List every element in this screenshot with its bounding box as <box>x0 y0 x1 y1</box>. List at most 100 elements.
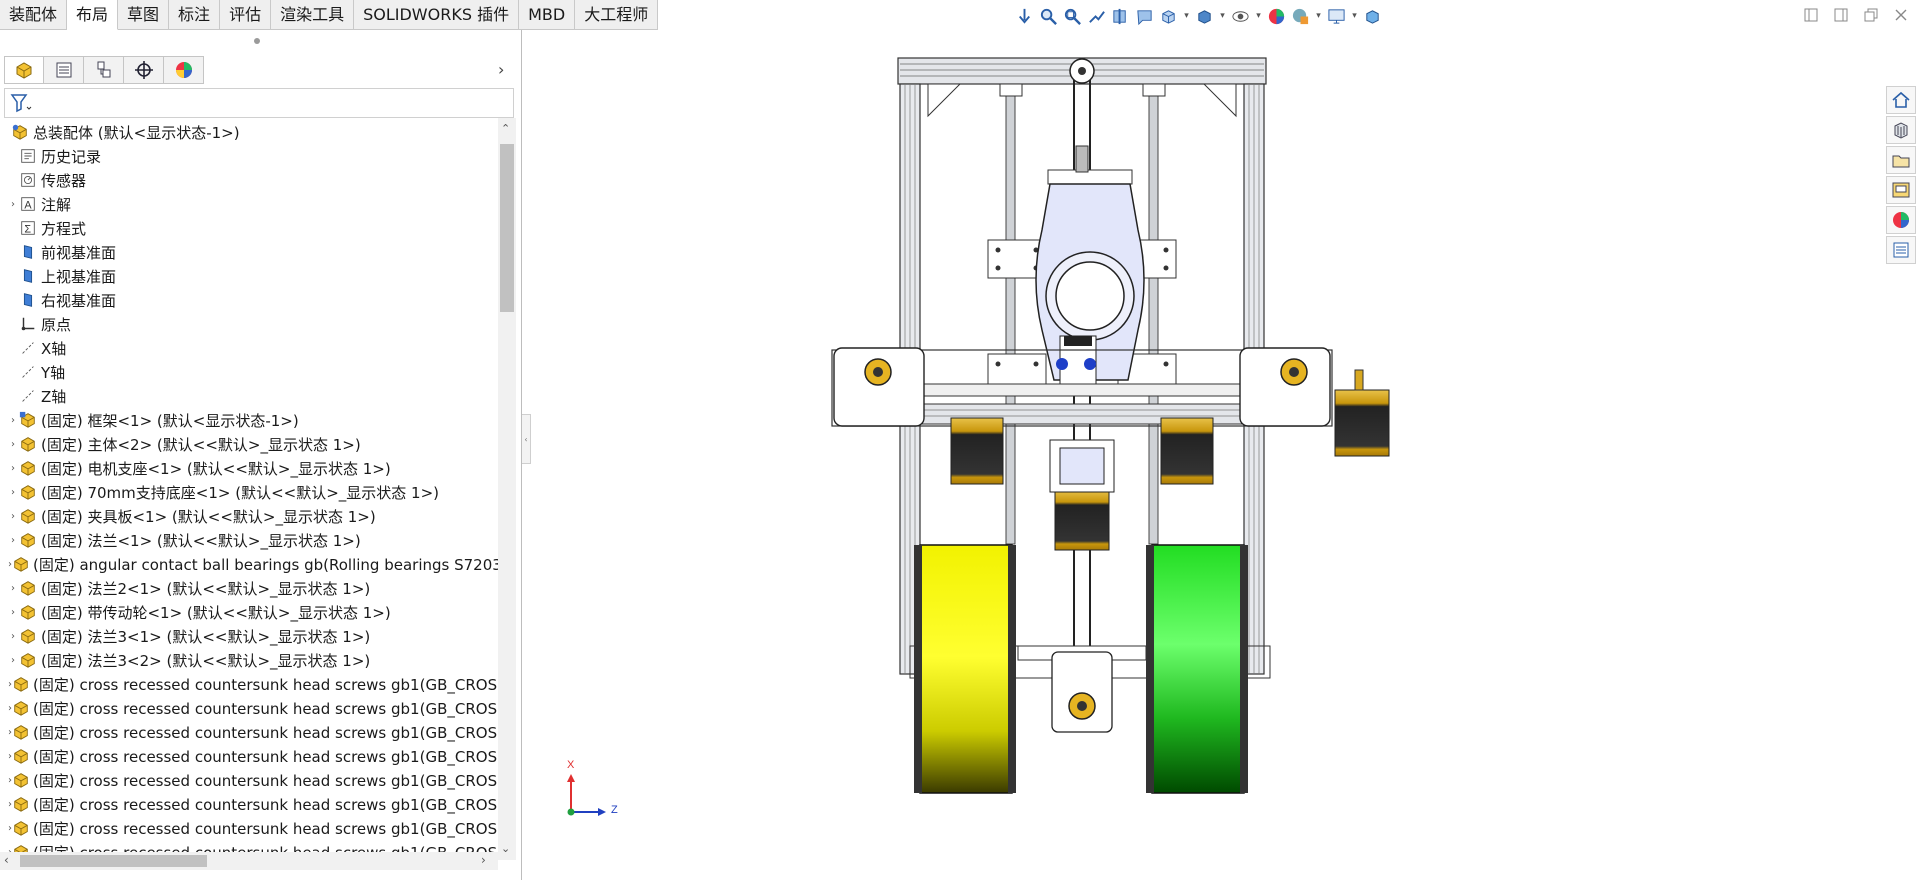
scroll-thumb[interactable] <box>20 855 207 867</box>
chevron-down-icon[interactable]: ▾ <box>1218 6 1227 27</box>
tab-5[interactable]: 渲染工具 <box>271 0 355 30</box>
custom-properties-icon[interactable] <box>1886 236 1916 264</box>
file-explorer-icon[interactable] <box>1886 146 1916 174</box>
chevron-right-icon[interactable]: › <box>498 60 504 79</box>
edit-appearance-icon[interactable] <box>1266 6 1287 27</box>
expand-chevron-icon[interactable]: › <box>8 415 18 426</box>
scroll-down-icon[interactable]: ⌄ <box>501 842 510 855</box>
apply-scene-icon[interactable] <box>1290 6 1311 27</box>
tree-item[interactable]: › (固定) angular contact ball bearings gb(R… <box>0 552 498 576</box>
tree-item[interactable]: › (固定) 夹具板<1> (默认<<默认>_显示状态 1>) <box>0 504 498 528</box>
featuremanager-tab[interactable] <box>4 56 44 84</box>
tree-horizontal-scrollbar[interactable]: ‹ › <box>0 852 498 870</box>
tree-item[interactable]: Y轴 <box>0 360 498 384</box>
tree-item[interactable]: ›(固定) cross recessed countersunk head sc… <box>0 816 498 840</box>
previous-view-icon[interactable] <box>1086 6 1107 27</box>
tree-vertical-scrollbar[interactable]: ⌃ ⌄ <box>498 118 516 860</box>
scroll-thumb[interactable] <box>500 144 514 312</box>
tree-item[interactable]: › (固定) 框架<1> (默认<显示状态-1>) <box>0 408 498 432</box>
view-orientation-icon[interactable] <box>1014 6 1035 27</box>
tree-item[interactable]: › (固定) 法兰3<1> (默认<<默认>_显示状态 1>) <box>0 624 498 648</box>
tab-6[interactable]: SOLIDWORKS 插件 <box>354 0 520 30</box>
wheel-left-flange <box>914 545 922 793</box>
display-style-icon[interactable] <box>1194 6 1215 27</box>
design-library-icon[interactable] <box>1886 116 1916 144</box>
expand-chevron-icon[interactable]: › <box>8 199 18 210</box>
tree-item[interactable]: › A 注解 <box>0 192 498 216</box>
scroll-right-icon[interactable]: › <box>481 853 486 867</box>
tab-2[interactable]: 草图 <box>118 0 170 30</box>
expand-chevron-icon[interactable]: › <box>8 583 18 594</box>
tree-item[interactable]: 右视基准面 <box>0 288 498 312</box>
tree-item[interactable]: 历史记录 <box>0 144 498 168</box>
expand-chevron-icon[interactable]: › <box>8 511 18 522</box>
zoom-to-fit-icon[interactable] <box>1038 6 1059 27</box>
tree-item[interactable]: › (固定) 法兰2<1> (默认<<默认>_显示状态 1>) <box>0 576 498 600</box>
dynamic-annotation-icon[interactable] <box>1134 6 1155 27</box>
assembly-model[interactable] <box>831 57 1390 794</box>
tree-item[interactable]: › (固定) 法兰<1> (默认<<默认>_显示状态 1>) <box>0 528 498 552</box>
tree-item[interactable]: › (固定) 法兰3<2> (默认<<默认>_显示状态 1>) <box>0 648 498 672</box>
view-palette-icon[interactable] <box>1886 176 1916 204</box>
tree-item[interactable]: ›(固定) cross recessed countersunk head sc… <box>0 792 498 816</box>
chevron-down-icon[interactable]: ▾ <box>1350 6 1359 27</box>
tab-8[interactable]: 大工程师 <box>575 0 659 30</box>
feature-tree-filter[interactable] <box>4 88 514 118</box>
svg-text:A: A <box>24 200 32 212</box>
chevron-down-icon[interactable]: ▾ <box>1254 6 1263 27</box>
feature-tree: 总装配体 (默认<显示状态-1>) 历史记录 传感器 › A 注解 Σ 方程式 前视基准面 上视基… <box>0 118 498 861</box>
tile-right-icon[interactable] <box>1832 6 1850 24</box>
expand-chevron-icon[interactable]: › <box>8 631 18 642</box>
restore-icon[interactable] <box>1862 6 1880 24</box>
hide-show-items-icon[interactable] <box>1230 6 1251 27</box>
home-icon[interactable] <box>1886 86 1916 114</box>
tree-root-assembly[interactable]: 总装配体 (默认<显示状态-1>) <box>0 120 498 144</box>
appearances-icon[interactable] <box>1886 206 1916 234</box>
tree-item[interactable]: 原点 <box>0 312 498 336</box>
view-orientation-box-icon[interactable] <box>1158 6 1179 27</box>
tree-item[interactable]: › (固定) 带传动轮<1> (默认<<默认>_显示状态 1>) <box>0 600 498 624</box>
dimxpertmanager-tab[interactable] <box>124 56 164 84</box>
chevron-down-icon[interactable]: ▾ <box>1182 6 1191 27</box>
view-settings-icon[interactable] <box>1326 6 1347 27</box>
section-view-icon[interactable] <box>1110 6 1131 27</box>
tab-3[interactable]: 标注 <box>169 0 221 30</box>
tree-item[interactable]: 传感器 <box>0 168 498 192</box>
panel-grip-handle[interactable] <box>254 38 260 44</box>
displaymanager-tab[interactable] <box>164 56 204 84</box>
3d-view-icon[interactable] <box>1362 6 1383 27</box>
expand-chevron-icon[interactable]: › <box>8 535 18 546</box>
chevron-down-icon[interactable]: ▾ <box>1314 6 1323 27</box>
tree-item[interactable]: › (固定) 主体<2> (默认<<默认>_显示状态 1>) <box>0 432 498 456</box>
expand-chevron-icon[interactable]: › <box>8 439 18 450</box>
expand-chevron-icon[interactable]: › <box>8 607 18 618</box>
propertymanager-tab[interactable] <box>44 56 84 84</box>
zoom-to-area-icon[interactable] <box>1062 6 1083 27</box>
close-icon[interactable] <box>1892 6 1910 24</box>
scroll-up-icon[interactable]: ⌃ <box>501 122 510 135</box>
tree-item[interactable]: ›(固定) cross recessed countersunk head sc… <box>0 672 498 696</box>
tree-item-label: 右视基准面 <box>41 291 117 310</box>
tree-item[interactable]: › (固定) 电机支座<1> (默认<<默认>_显示状态 1>) <box>0 456 498 480</box>
tile-left-icon[interactable] <box>1802 6 1820 24</box>
scroll-left-icon[interactable]: ‹ <box>4 853 9 867</box>
tree-item[interactable]: Σ 方程式 <box>0 216 498 240</box>
tab-4[interactable]: 评估 <box>220 0 272 30</box>
tree-item[interactable]: ›(固定) cross recessed countersunk head sc… <box>0 696 498 720</box>
tab-7[interactable]: MBD <box>519 0 576 30</box>
tree-item[interactable]: Z轴 <box>0 384 498 408</box>
tab-0[interactable]: 装配体 <box>0 0 68 30</box>
tree-item[interactable]: ›(固定) cross recessed countersunk head sc… <box>0 720 498 744</box>
tree-item[interactable]: ›(固定) cross recessed countersunk head sc… <box>0 744 498 768</box>
configurationmanager-tab[interactable] <box>84 56 124 84</box>
expand-chevron-icon[interactable]: › <box>8 655 18 666</box>
tree-item[interactable]: ›(固定) cross recessed countersunk head sc… <box>0 768 498 792</box>
tree-item[interactable]: 上视基准面 <box>0 264 498 288</box>
tree-item[interactable]: 前视基准面 <box>0 240 498 264</box>
panel-splitter[interactable]: ‹ <box>522 414 531 464</box>
tab-1[interactable]: 布局 <box>67 0 119 30</box>
tree-item[interactable]: X轴 <box>0 336 498 360</box>
expand-chevron-icon[interactable]: › <box>8 487 18 498</box>
expand-chevron-icon[interactable]: › <box>8 463 18 474</box>
tree-item[interactable]: › (固定) 70mm支持底座<1> (默认<<默认>_显示状态 1>) <box>0 480 498 504</box>
